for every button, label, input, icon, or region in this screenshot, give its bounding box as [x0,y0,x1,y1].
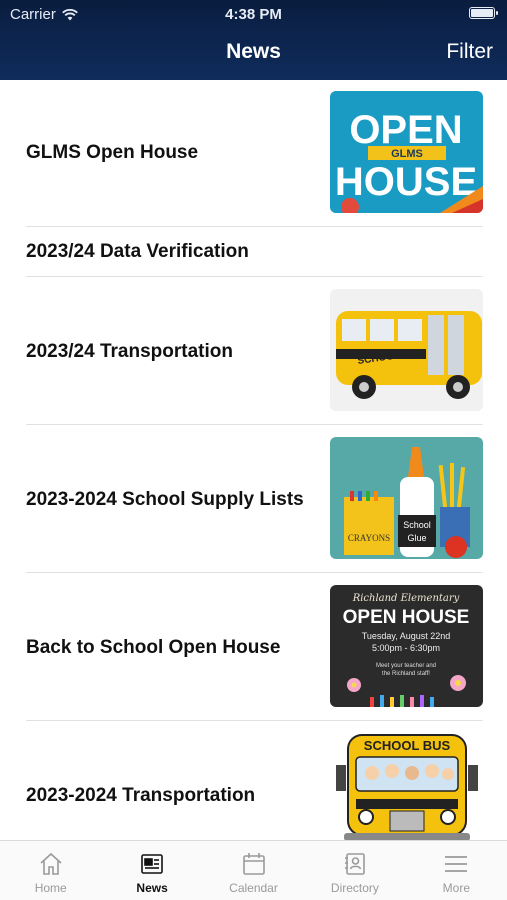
filter-button[interactable]: Filter [446,40,493,64]
news-item[interactable]: GLMS Open House OPEN GLMS HOUSE [26,80,483,227]
directory-icon [344,853,365,875]
tab-news[interactable]: News [101,841,202,900]
news-item-title: 2023/24 Transportation [26,341,233,362]
news-icon [141,854,163,874]
image-text-open: OPEN [349,108,462,152]
news-item[interactable]: 2023/24 Data Verification [26,227,483,277]
news-item-thumbnail: SCHOOL [330,289,483,411]
page-title: News [226,40,281,63]
tab-calendar-label: Calendar [229,881,278,895]
image-text-script: Richland Elementary [352,593,460,604]
image-text-time: 5:00pm - 6:30pm [372,643,440,653]
news-item-thumbnail: CRAYONS School Glue [330,437,483,559]
image-text-glue-2: Glue [407,533,426,543]
news-item-thumbnail: SCHOOL BUS [330,731,483,840]
news-item[interactable]: 2023-2024 Transportation SCHOOL BUS [26,721,483,840]
image-text-heading: OPEN HOUSE [343,607,470,628]
calendar-icon [242,853,265,875]
tab-calendar[interactable]: Calendar [203,841,304,900]
status-time: 4:38 PM [225,6,282,23]
status-bar: Carrier 4:38 PM [0,0,507,28]
image-text-school-bus: SCHOOL BUS [364,738,451,753]
image-text-note-1: Meet your teacher and [376,663,436,669]
news-list[interactable]: GLMS Open House OPEN GLMS HOUSE 2023/24 … [0,80,507,840]
image-text-crayons: CRAYONS [348,533,390,543]
battery-icon [469,7,498,19]
news-item-title: GLMS Open House [26,142,199,163]
news-item[interactable]: Back to School Open House Richland Eleme… [26,573,483,721]
news-item[interactable]: 2023/24 Transportation SCHOOL [26,277,483,425]
image-text-glue-1: School [403,520,431,530]
news-item-title: Back to School Open House [26,637,281,658]
image-text-note-2: the Richland staff! [382,671,430,677]
image-text-house: HOUSE [335,160,477,204]
tab-more-label: More [442,881,470,895]
tab-directory[interactable]: Directory [304,841,405,900]
tab-more[interactable]: More [406,841,507,900]
home-icon [40,852,62,875]
image-text-date: Tuesday, August 22nd [362,631,451,641]
news-item-thumbnail: Richland Elementary OPEN HOUSE Tuesday, … [330,585,483,707]
news-item[interactable]: 2023-2024 School Supply Lists CRAYONS Sc… [26,425,483,573]
image-text-badge: GLMS [391,148,423,160]
news-item-thumbnail: OPEN GLMS HOUSE [330,91,483,213]
news-item-title: 2023-2024 Transportation [26,785,256,806]
news-item-title: 2023-2024 School Supply Lists [26,489,304,510]
tab-bar: Home News Calendar Directory More [0,840,507,900]
menu-icon [445,856,468,872]
tab-news-label: News [136,881,168,895]
tab-home[interactable]: Home [0,841,101,900]
navigation-header: Carrier 4:38 PM News Filter [0,0,507,80]
tab-directory-label: Directory [330,881,379,895]
tab-home-label: Home [34,881,67,895]
news-item-title: 2023/24 Data Verification [26,241,249,262]
